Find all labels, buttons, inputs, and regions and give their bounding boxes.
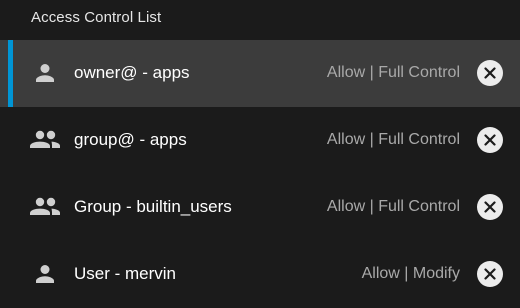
group-icon (28, 192, 62, 222)
acl-entry-permission: Allow | Full Control (326, 131, 460, 148)
acl-entry-name: Group - builtin_users (74, 197, 232, 216)
acl-entry-name: User - mervin (74, 264, 177, 283)
remove-entry-button[interactable] (477, 261, 503, 287)
acl-entry-user-mervin[interactable]: User - mervin Allow | Modify (0, 241, 520, 308)
acl-entry-permission: Allow | Full Control (326, 64, 460, 81)
close-icon (484, 268, 496, 280)
acl-entry-name: owner@ - apps (74, 63, 190, 82)
acl-entry-group-apps[interactable]: group@ - apps Allow | Full Control (0, 107, 520, 174)
close-icon (484, 201, 496, 213)
acl-entry-name: group@ - apps (74, 130, 187, 149)
acl-entry-permission: Allow | Modify (361, 265, 460, 282)
acl-list: owner@ - apps Allow | Full Control group… (0, 40, 520, 308)
acl-entry-permission: Allow | Full Control (326, 198, 460, 215)
remove-entry-button[interactable] (477, 60, 503, 86)
person-icon (28, 259, 62, 289)
person-icon (28, 58, 62, 88)
remove-entry-button[interactable] (477, 194, 503, 220)
acl-entry-group-builtin-users[interactable]: Group - builtin_users Allow | Full Contr… (0, 174, 520, 241)
acl-entry-owner-apps[interactable]: owner@ - apps Allow | Full Control (0, 40, 520, 107)
close-icon (484, 134, 496, 146)
remove-entry-button[interactable] (477, 127, 503, 153)
acl-title: Access Control List (31, 9, 162, 26)
group-icon (28, 125, 62, 155)
close-icon (484, 67, 496, 79)
